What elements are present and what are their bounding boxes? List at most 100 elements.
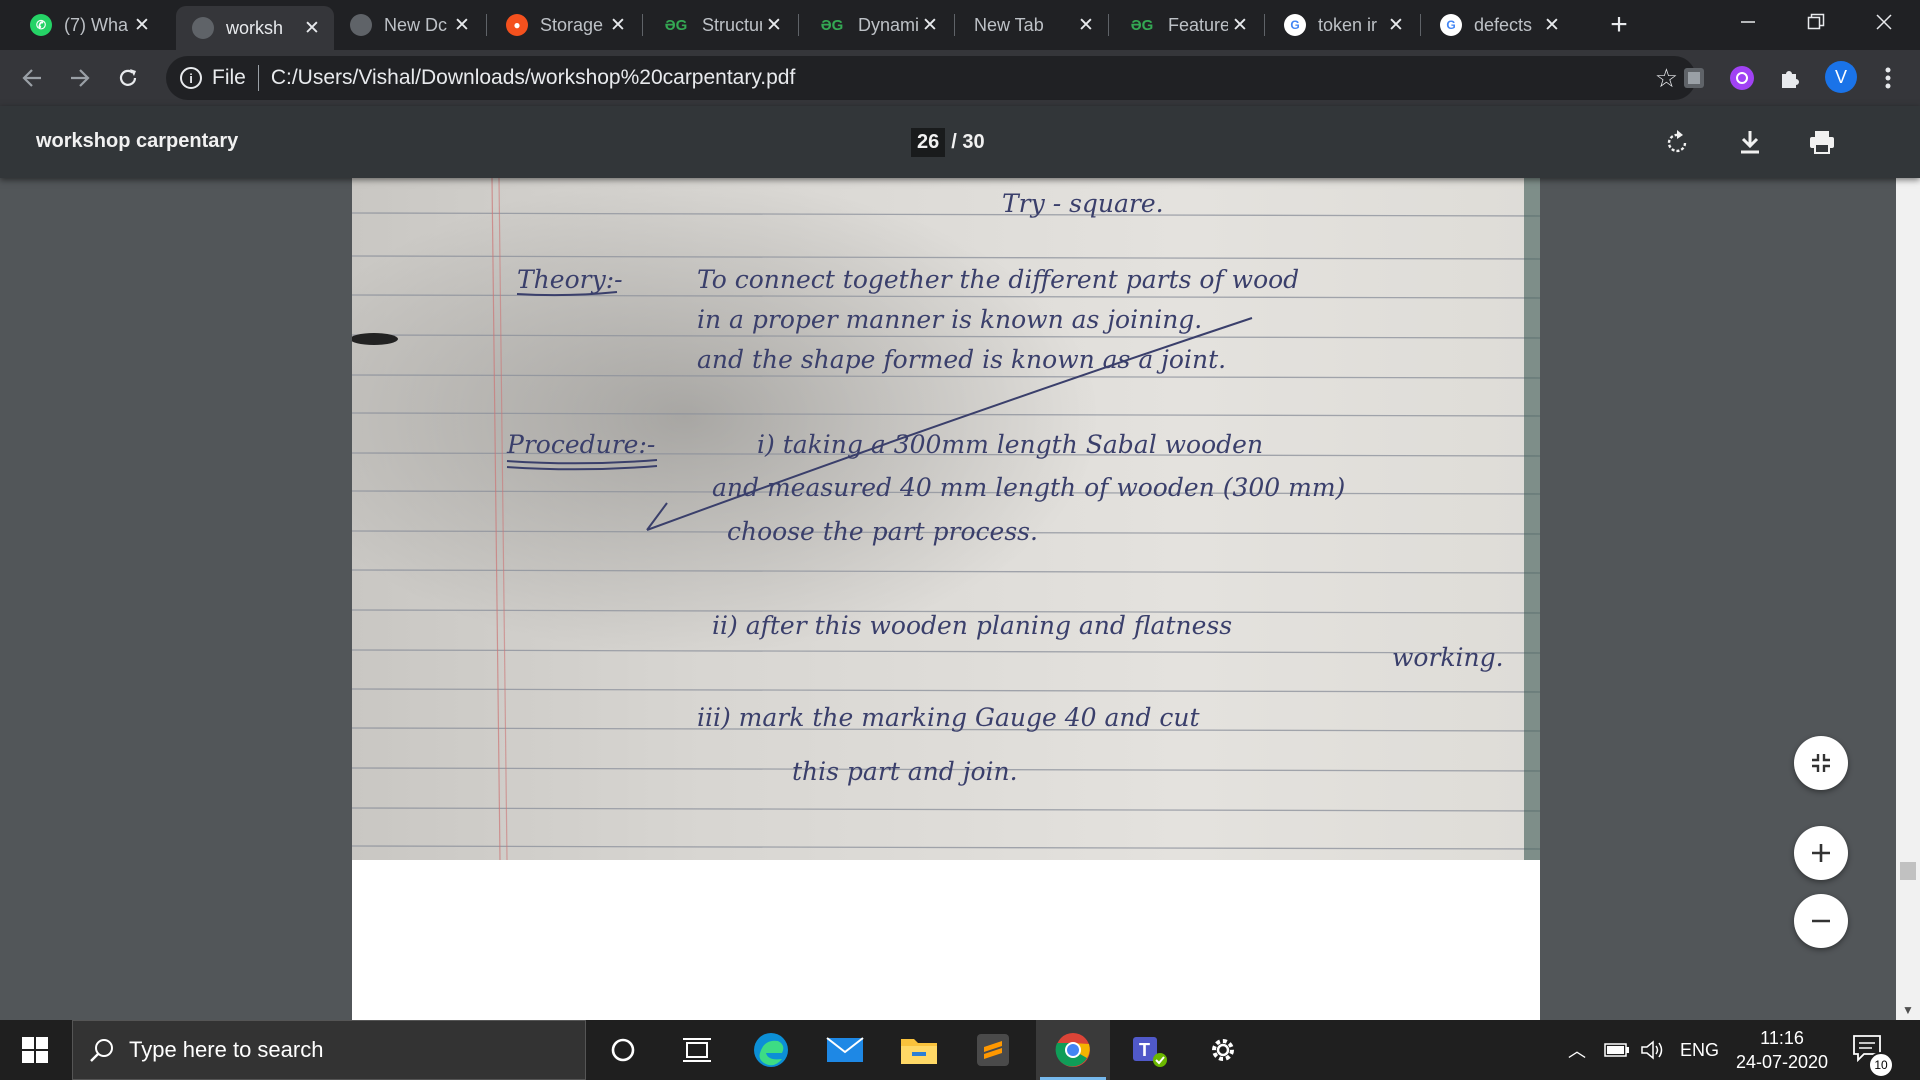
close-tab-icon[interactable]: ✕ [1074, 13, 1098, 37]
theory-line-1: To connect together the different parts … [697, 265, 1299, 294]
new-tab-button[interactable]: + [1604, 8, 1634, 41]
cortana-button[interactable] [586, 1020, 660, 1080]
rotate-icon [1667, 130, 1687, 153]
close-tab-icon[interactable]: ✕ [1228, 13, 1252, 37]
tab[interactable]: New Dc ✕ [334, 7, 484, 43]
reload-icon [119, 69, 137, 86]
tab-title: New Tab [974, 14, 1044, 35]
task-view-icon [683, 1038, 711, 1062]
info-icon[interactable]: i [180, 67, 202, 89]
whatsapp-icon: ✆ [30, 14, 52, 36]
chrome-menu-button[interactable] [1874, 64, 1902, 92]
page-number-input[interactable]: 26 [911, 127, 946, 157]
close-tab-icon[interactable]: ✕ [762, 13, 786, 37]
clock[interactable]: 11:16 24-07-2020 [1722, 1026, 1842, 1074]
fit-page-icon [1812, 754, 1830, 772]
vertical-scrollbar[interactable]: ▲ ▼ [1896, 106, 1920, 1020]
tab[interactable]: ƏG Structur ✕ [646, 7, 796, 43]
close-window-button[interactable] [1850, 0, 1918, 44]
bookmark-star-icon[interactable]: ☆ [1655, 63, 1678, 94]
tab[interactable]: worksh ✕ [176, 6, 334, 50]
page-total: / 30 [951, 130, 985, 153]
back-button[interactable] [14, 60, 50, 96]
close-tab-icon[interactable]: ✕ [918, 13, 942, 37]
divider [257, 65, 259, 91]
tab[interactable]: New Tab ✕ [958, 7, 1108, 43]
theory-line-3: and the shape formed is known as a joint… [697, 345, 1226, 374]
print-icon [1810, 131, 1834, 154]
task-view-button[interactable] [660, 1020, 734, 1080]
tab-separator [1264, 14, 1265, 36]
address-bar[interactable]: i File C:/Users/Vishal/Downloads/worksho… [166, 56, 1696, 100]
file-explorer-app[interactable] [882, 1020, 956, 1080]
tab-title: Dynami [858, 14, 918, 35]
chrome-icon [1055, 1033, 1090, 1067]
svg-text:T: T [1139, 1040, 1150, 1060]
zoom-in-button[interactable] [1794, 826, 1848, 880]
procedure-line-1: i) taking a 300mm length Sabal wooden [757, 430, 1263, 459]
browser-toolbar: i File C:/Users/Vishal/Downloads/worksho… [0, 50, 1920, 106]
rotate-button[interactable] [1660, 124, 1696, 160]
chevron-up-icon[interactable]: ︿ [1568, 1037, 1586, 1063]
zoom-out-button[interactable] [1794, 894, 1848, 948]
teams-app[interactable]: T [1112, 1020, 1186, 1080]
close-tab-icon[interactable]: ✕ [130, 13, 154, 37]
extension-square-icon [1684, 68, 1704, 88]
mail-icon [826, 1037, 864, 1062]
tab[interactable]: ƏG Feature ✕ [1112, 7, 1262, 43]
step3-line-2: this part and join. [792, 757, 1018, 786]
close-tab-icon[interactable]: ✕ [1384, 13, 1408, 37]
close-icon [1876, 14, 1892, 30]
url-text[interactable]: C:/Users/Vishal/Downloads/workshop%20car… [271, 66, 1655, 90]
sublime-icon [977, 1034, 1009, 1066]
tab-strip: ✆ (7) Wha ✕ worksh ✕ New Dc ✕ ● Storage ✕ ƏG Struct… [0, 0, 1920, 50]
tab-separator [486, 14, 487, 36]
minimize-button[interactable] [1714, 0, 1782, 44]
avatar: V [1825, 61, 1857, 93]
tab[interactable]: ✆ (7) Wha ✕ [14, 7, 164, 43]
close-tab-icon[interactable]: ✕ [606, 13, 630, 37]
settings-app[interactable] [1186, 1020, 1260, 1080]
profile-avatar[interactable]: V [1824, 60, 1858, 94]
extension-button[interactable] [1728, 64, 1756, 92]
close-tab-icon[interactable]: ✕ [1540, 13, 1564, 37]
fit-to-page-button[interactable] [1794, 736, 1848, 790]
tab[interactable]: ● Storage ✕ [490, 7, 640, 43]
close-tab-icon[interactable]: ✕ [300, 16, 324, 40]
taskbar-search-box[interactable]: Type here to search [72, 1020, 586, 1080]
edge-app[interactable] [734, 1020, 808, 1080]
download-button[interactable] [1732, 124, 1768, 160]
reload-button[interactable] [110, 60, 146, 96]
extensions-menu-button[interactable] [1776, 64, 1804, 92]
clock-date: 24-07-2020 [1735, 1052, 1829, 1072]
tab[interactable]: Gdefects ✕ [1424, 7, 1574, 43]
extension-button[interactable] [1680, 64, 1708, 92]
scroll-thumb[interactable] [1900, 862, 1916, 880]
teams-icon: T [1133, 1037, 1167, 1067]
chrome-app[interactable] [1036, 1020, 1110, 1080]
start-button[interactable] [0, 1020, 70, 1080]
print-button[interactable] [1804, 124, 1840, 160]
google-icon: G [1284, 14, 1306, 36]
tab-separator [642, 14, 643, 36]
cortana-circle-icon [611, 1038, 635, 1062]
action-center-button[interactable]: 10 [1848, 1028, 1894, 1078]
windows-logo-icon [22, 1037, 48, 1063]
language-indicator[interactable]: ENG [1680, 1040, 1719, 1061]
back-arrow-icon [22, 69, 41, 87]
gear-icon [1212, 1039, 1234, 1061]
procedure-label: Procedure:- [506, 430, 655, 459]
mail-app[interactable] [808, 1020, 882, 1080]
scroll-down-arrow-icon[interactable]: ▼ [1896, 1000, 1920, 1020]
forward-button[interactable] [62, 60, 98, 96]
sublime-text-app[interactable] [956, 1020, 1030, 1080]
windows-taskbar: Type here to search T ︿ ENG 11:16 24-07-… [0, 1020, 1920, 1080]
page-indicator: 26 / 30 [911, 126, 985, 158]
tab[interactable]: Gtoken ir ✕ [1268, 7, 1418, 43]
restore-button[interactable] [1782, 0, 1850, 44]
tab[interactable]: ƏG Dynami ✕ [802, 7, 952, 43]
dg-icon: ƏG [1130, 16, 1154, 34]
edge-icon [754, 1033, 788, 1067]
pdf-title: workshop carpentary [36, 130, 239, 152]
close-tab-icon[interactable]: ✕ [450, 13, 474, 37]
